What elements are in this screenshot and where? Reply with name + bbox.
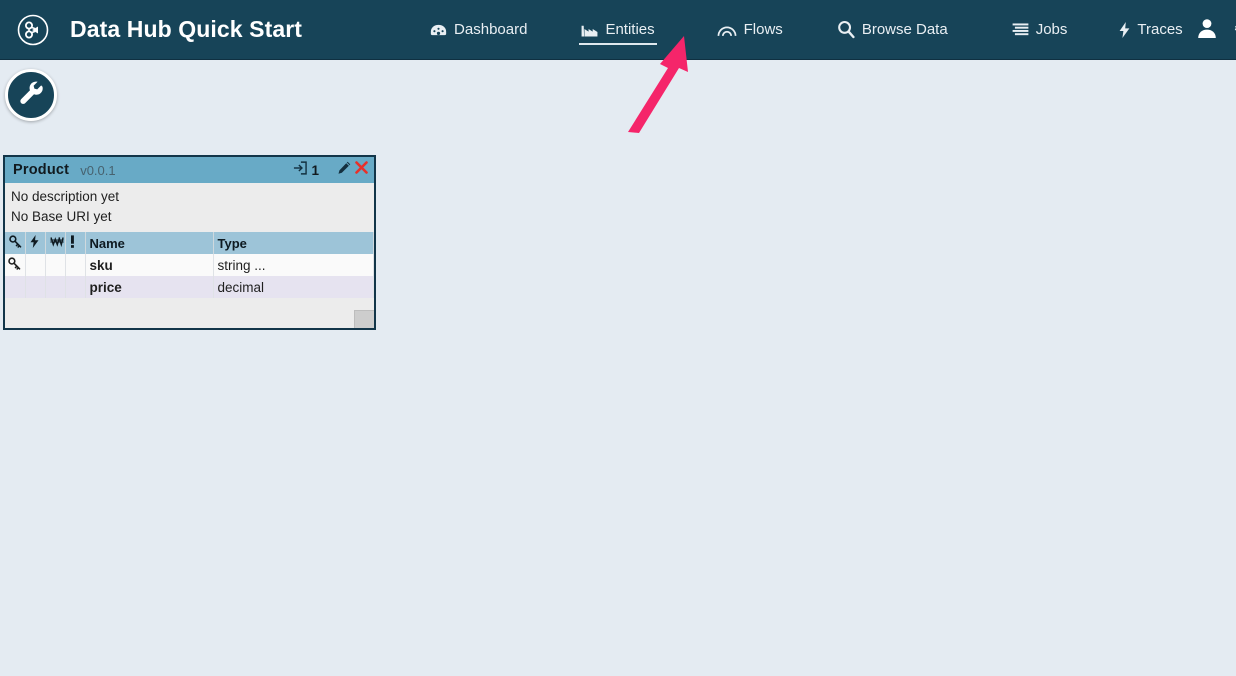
- nav-item-browse-data[interactable]: Browse Data: [827, 1, 958, 59]
- cell-property-name: sku: [85, 254, 214, 276]
- nav-item-jobs[interactable]: Jobs: [1002, 1, 1078, 59]
- entity-edit-button[interactable]: [337, 161, 351, 180]
- tools-wrench-button[interactable]: [5, 69, 57, 121]
- wrench-icon: [18, 80, 44, 111]
- nav-items: Dashboard Entities Flows Browse Data Job…: [420, 1, 1236, 59]
- entity-base-uri: No Base URI yet: [11, 209, 112, 224]
- table-row[interactable]: sku string ...: [5, 254, 374, 276]
- list-lines-icon: [1012, 23, 1029, 36]
- entity-title: Product: [13, 162, 70, 178]
- key-icon: [9, 235, 22, 251]
- entity-table-body: sku string ... price decimal: [5, 254, 374, 298]
- nav-label-flows: Flows: [743, 21, 783, 38]
- cell-currency[interactable]: [45, 254, 66, 276]
- pencil-icon: [337, 161, 351, 180]
- search-icon: [837, 20, 855, 39]
- nav-item-flows[interactable]: Flows: [707, 1, 793, 59]
- profile-menu-button[interactable]: [1190, 14, 1224, 48]
- marklogic-circle-logo-icon: [14, 11, 52, 49]
- column-header-required[interactable]: [65, 232, 86, 254]
- cell-property-type: decimal: [213, 276, 374, 298]
- column-header-currency[interactable]: [45, 232, 66, 254]
- cell-required[interactable]: [65, 254, 86, 276]
- lightning-bolt-icon: [1119, 21, 1130, 38]
- column-header-primary-key[interactable]: [5, 232, 26, 254]
- entity-card-header[interactable]: Product v0.0.1 1: [5, 157, 374, 183]
- column-header-type[interactable]: Type: [213, 232, 374, 254]
- cell-index[interactable]: [25, 254, 46, 276]
- nav-item-dashboard[interactable]: Dashboard: [420, 1, 537, 59]
- nav-label-traces: Traces: [1137, 21, 1183, 38]
- nav-label-jobs: Jobs: [1035, 21, 1068, 38]
- column-header-index[interactable]: [25, 232, 46, 254]
- app-title: Data Hub Quick Start: [70, 16, 303, 42]
- entity-table-header-row: Name Type: [5, 232, 374, 254]
- cell-currency[interactable]: [45, 276, 66, 298]
- column-header-name[interactable]: Name: [85, 232, 214, 254]
- nav-item-entities[interactable]: Entities: [571, 1, 664, 59]
- cell-index[interactable]: [25, 276, 46, 298]
- lightning-bolt-icon: [30, 235, 39, 251]
- currency-won-icon: [49, 236, 64, 251]
- nav-label-browse-data: Browse Data: [861, 21, 948, 38]
- entity-instance-count-group[interactable]: 1: [293, 160, 337, 180]
- entity-description-block: No description yet No Base URI yet: [5, 183, 374, 232]
- table-row[interactable]: price decimal: [5, 276, 374, 298]
- entity-delete-button[interactable]: [355, 161, 368, 179]
- nav-item-traces[interactable]: Traces: [1109, 1, 1192, 59]
- nav-label-dashboard: Dashboard: [454, 21, 528, 38]
- import-into-box-icon: [293, 160, 308, 180]
- key-icon: [8, 257, 21, 273]
- entity-instance-count: 1: [311, 162, 319, 178]
- factory-icon: [581, 23, 598, 37]
- entity-card-product[interactable]: Product v0.0.1 1 No description yet No B…: [3, 155, 376, 330]
- entity-card-filler: [5, 298, 374, 328]
- cell-primary-key[interactable]: [5, 254, 26, 276]
- brand[interactable]: Data Hub Quick Start: [0, 11, 302, 49]
- cell-property-type: string ...: [213, 254, 374, 276]
- arc-flow-icon: [717, 23, 737, 37]
- entity-version: v0.0.1: [80, 162, 116, 178]
- nav-label-entities: Entities: [605, 21, 655, 38]
- cell-primary-key[interactable]: [5, 276, 26, 298]
- cell-property-name: price: [85, 276, 214, 298]
- dashboard-gauge-icon: [430, 23, 447, 37]
- top-navigation-bar: Data Hub Quick Start Dashboard Entities …: [0, 0, 1236, 60]
- exclamation-icon: [70, 235, 75, 251]
- nav-item-settings[interactable]: Settings: [1223, 1, 1236, 59]
- user-avatar-icon: [1197, 18, 1217, 44]
- cell-required[interactable]: [65, 276, 86, 298]
- entity-card-resize-handle[interactable]: [354, 310, 374, 328]
- entity-description: No description yet: [11, 189, 120, 204]
- entity-table-head: Name Type: [5, 232, 374, 254]
- entity-properties-table: Name Type sku string ... price decimal: [5, 232, 374, 298]
- close-x-icon: [355, 161, 368, 179]
